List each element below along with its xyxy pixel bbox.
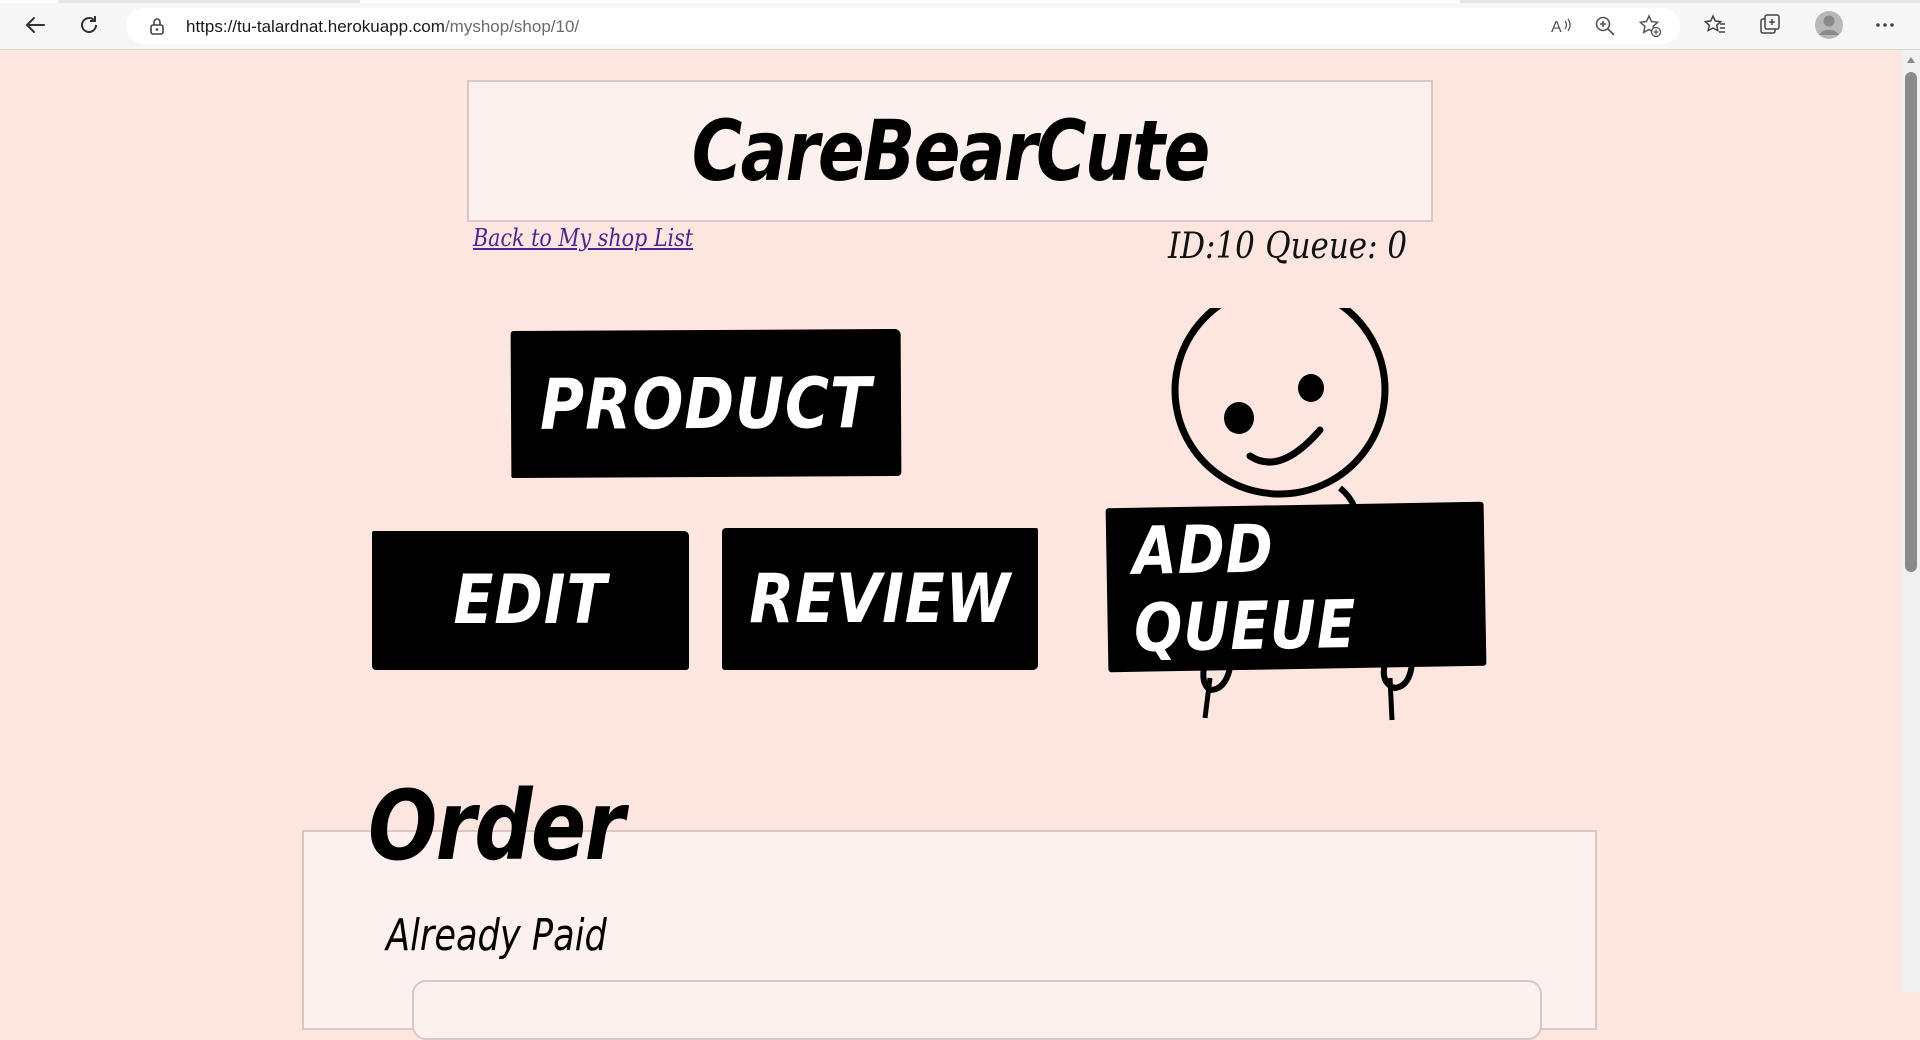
read-aloud-icon[interactable]: A bbox=[1548, 13, 1574, 39]
shop-title: CareBearCute bbox=[691, 102, 1211, 200]
product-button-label: PRODUCT bbox=[539, 361, 873, 446]
shop-title-box: CareBearCute bbox=[467, 80, 1433, 222]
edit-button[interactable]: EDIT bbox=[372, 531, 689, 670]
order-card bbox=[412, 980, 1542, 1040]
tab-strip bbox=[0, 0, 1920, 3]
lock-icon[interactable] bbox=[144, 13, 170, 39]
browser-toolbar: https://tu-talardnat.herokuapp.com/mysho… bbox=[0, 0, 1920, 50]
url-text: https://tu-talardnat.herokuapp.com/mysho… bbox=[186, 17, 579, 37]
more-icon[interactable] bbox=[1872, 12, 1898, 38]
review-button[interactable]: REVIEW bbox=[722, 528, 1038, 670]
add-favorite-icon[interactable] bbox=[1637, 13, 1663, 39]
edit-button-label: EDIT bbox=[453, 561, 608, 640]
back-to-shop-list-link[interactable]: Back to My shop List bbox=[473, 224, 693, 252]
back-icon[interactable] bbox=[17, 8, 53, 42]
scrollbar-thumb[interactable] bbox=[1905, 72, 1917, 572]
queue-count: Queue: 0 bbox=[1265, 226, 1408, 267]
profile-icon[interactable] bbox=[1814, 10, 1844, 40]
already-paid-heading: Already Paid bbox=[386, 910, 607, 961]
scroll-up-icon[interactable] bbox=[1905, 54, 1917, 66]
shop-id-queue: ID:10 Queue: 0 bbox=[1168, 226, 1407, 267]
product-button[interactable]: PRODUCT bbox=[510, 328, 902, 479]
refresh-icon[interactable] bbox=[71, 8, 107, 42]
zoom-icon[interactable] bbox=[1592, 13, 1618, 39]
address-bar[interactable]: https://tu-talardnat.herokuapp.com/mysho… bbox=[126, 8, 1680, 44]
add-queue-button-label: ADD QUEUE bbox=[1132, 510, 1358, 667]
collections-icon[interactable] bbox=[1757, 12, 1783, 38]
order-heading: Order bbox=[368, 770, 625, 882]
svg-text:A: A bbox=[1551, 19, 1562, 36]
review-button-label: REVIEW bbox=[749, 559, 1011, 639]
favorites-icon[interactable] bbox=[1702, 12, 1728, 38]
url-path: /myshop/shop/10/ bbox=[444, 17, 580, 36]
shop-id: ID:10 bbox=[1168, 226, 1255, 267]
add-queue-button[interactable]: ADD QUEUE bbox=[1105, 501, 1487, 673]
url-host: https://tu-talardnat.herokuapp.com bbox=[186, 17, 445, 36]
